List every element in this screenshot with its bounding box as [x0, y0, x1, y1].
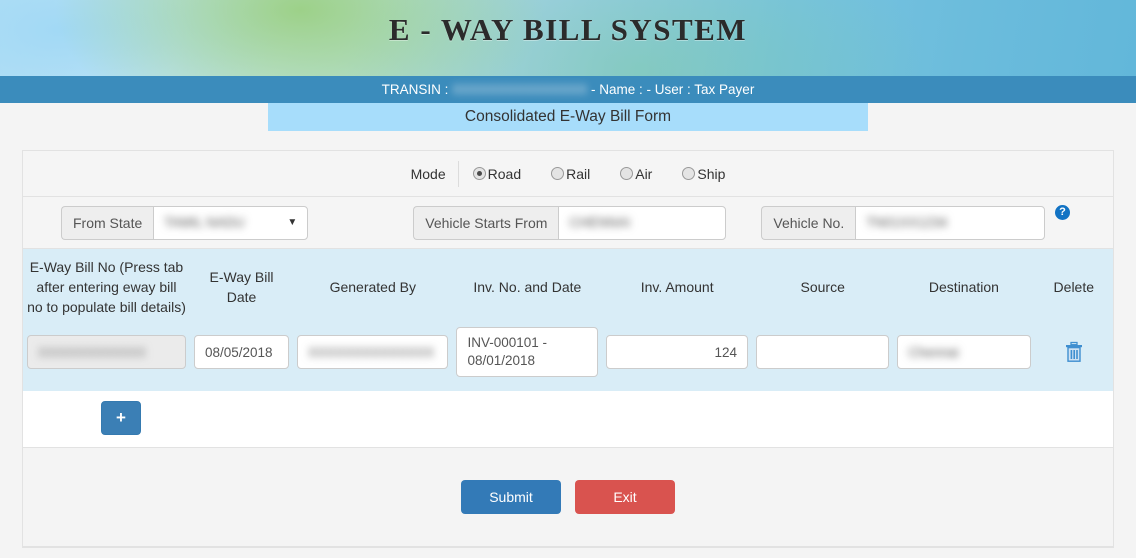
destination-input[interactable]: Chennai [897, 335, 1031, 369]
app-banner: E - WAY BILL SYSTEM [0, 0, 1136, 76]
form-actions: Submit Exit [23, 448, 1113, 547]
column-header-destination: Destination [928, 279, 999, 295]
mode-option-air-label: Air [635, 165, 653, 182]
eway-bill-date-input[interactable]: 08/05/2018 [193, 335, 290, 369]
submit-button[interactable]: Submit [461, 480, 561, 514]
cell-eway-bill-no: XXXXXXXXXXXX [23, 335, 190, 369]
cell-destination: Chennai [893, 335, 1034, 369]
chevron-down-icon[interactable]: ▼ [275, 217, 297, 228]
transin-prefix: TRANSIN : [381, 82, 453, 97]
column-header-inv-no-and-date: Inv. No. and Date [473, 279, 582, 295]
cell-generated-by: XXXXXXXXXXXXXX [293, 335, 452, 369]
mode-option-road[interactable]: Road [472, 165, 522, 182]
exit-button[interactable]: Exit [575, 480, 675, 514]
mode-radio-group: Road Rail Air Ship [459, 165, 725, 182]
form-title-row: Consolidated E-Way Bill Form [0, 103, 1136, 131]
radio-rail-icon[interactable] [551, 167, 565, 180]
mode-row: Mode Road Rail Air Ship [23, 151, 1113, 197]
radio-ship-icon[interactable] [682, 167, 696, 180]
table-row: XXXXXXXXXXXX 08/05/2018 XXXXXXXXXXXXXX I… [23, 327, 1113, 391]
cell-inv-amount: 124 [602, 335, 752, 369]
location-vehicle-row: From State TAMIL NADU ▼ Vehicle Starts F… [23, 197, 1113, 249]
radio-air-icon[interactable] [620, 167, 634, 180]
vehicle-no-label: Vehicle No. [761, 205, 856, 240]
column-header-eway-bill-no: E-Way Bill No (Press tab after entering … [27, 259, 186, 315]
mode-option-road-label: Road [487, 165, 522, 182]
from-state-select[interactable]: TAMIL NADU ▼ [153, 205, 309, 240]
generated-by-input[interactable]: XXXXXXXXXXXXXX [297, 335, 449, 369]
app-title: E - WAY BILL SYSTEM [388, 12, 748, 47]
vehicle-starts-from-label: Vehicle Starts From [413, 205, 559, 240]
transin-value: XXXXXXXXXXXXXXX [452, 82, 588, 97]
column-header-eway-bill-date: E-Way Bill Date [209, 269, 274, 305]
eway-bill-no-value: XXXXXXXXXXXX [38, 344, 147, 360]
from-state-group: From State TAMIL NADU ▼ [61, 205, 309, 240]
help-icon[interactable]: ? [1055, 205, 1070, 220]
transin-suffix: - Name : - User : Tax Payer [587, 82, 755, 97]
from-state-label: From State [61, 205, 154, 240]
cell-eway-bill-date: 08/05/2018 [190, 335, 293, 369]
trash-icon[interactable] [1064, 341, 1084, 363]
column-header-inv-amount: Inv. Amount [640, 279, 714, 295]
add-eway-bill-row-button[interactable]: + [101, 401, 141, 435]
vehicle-starts-from-input[interactable]: CHENNAI [558, 205, 727, 240]
column-header-source: Source [800, 279, 845, 295]
mode-option-ship[interactable]: Ship [682, 166, 725, 182]
eway-bill-table-header: E-Way Bill No (Press tab after entering … [23, 249, 1113, 327]
add-row-container: + [23, 391, 1113, 448]
cell-source [752, 335, 893, 369]
inv-amount-input[interactable]: 124 [606, 335, 749, 369]
mode-option-air[interactable]: Air [620, 166, 652, 182]
inv-no-and-date-input[interactable]: INV-000101 - 08/01/2018 [456, 327, 599, 377]
vehicle-starts-from-value: CHENNAI [569, 215, 631, 230]
column-header-delete: Delete [1053, 279, 1095, 295]
cell-inv-no-and-date: INV-000101 - 08/01/2018 [452, 327, 602, 377]
vehicle-starts-from-group: Vehicle Starts From CHENNAI [413, 205, 727, 240]
transin-bar: TRANSIN : XXXXXXXXXXXXXXX - Name : - Use… [0, 76, 1136, 103]
radio-road-icon[interactable] [472, 167, 486, 180]
vehicle-no-input[interactable]: TN01XX1234 [855, 205, 1046, 240]
eway-bill-no-input[interactable]: XXXXXXXXXXXX [27, 335, 186, 369]
mode-option-ship-label: Ship [697, 165, 726, 182]
generated-by-value: XXXXXXXXXXXXXX [308, 344, 435, 360]
destination-value: Chennai [908, 344, 959, 360]
mode-option-rail[interactable]: Rail [551, 166, 590, 182]
vehicle-no-group: Vehicle No. TN01XX1234 [761, 205, 1046, 240]
from-state-value: TAMIL NADU [164, 215, 245, 230]
column-header-generated-by: Generated By [329, 279, 416, 295]
source-input[interactable] [756, 335, 890, 369]
mode-label: Mode [411, 160, 459, 187]
consolidated-eway-bill-panel: Mode Road Rail Air Ship From State TAMIL… [22, 150, 1114, 548]
mode-option-rail-label: Rail [566, 165, 591, 182]
cell-delete [1035, 341, 1113, 363]
page-title: Consolidated E-Way Bill Form [268, 103, 868, 131]
vehicle-no-value: TN01XX1234 [866, 215, 948, 230]
